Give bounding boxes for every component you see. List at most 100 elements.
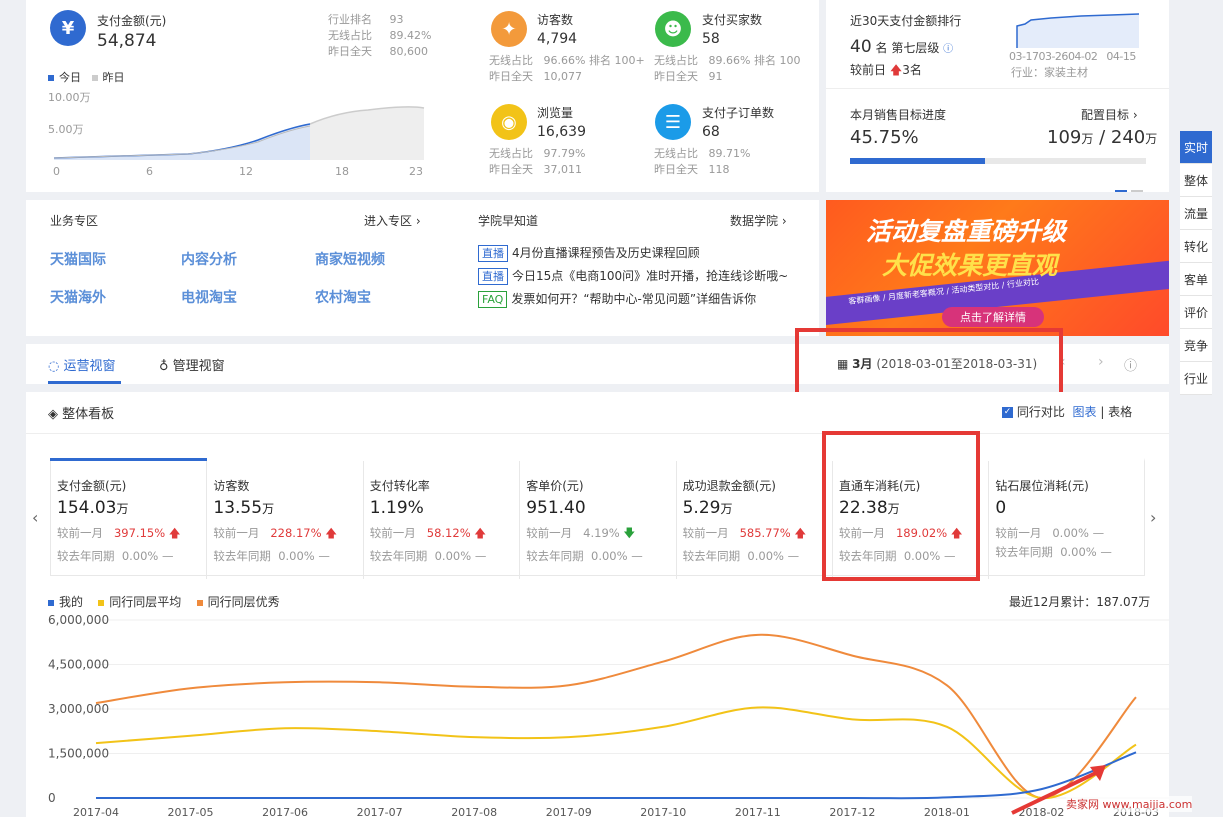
- kpi-card[interactable]: 支付转化率 1.19% 较前一月 58.12% 🡅 较去年同期 0.00% —: [364, 461, 521, 579]
- peer-compare-checkbox[interactable]: ✓: [1002, 407, 1013, 418]
- business-card: 业务专区 进入专区 › 天猫国际 内容分析 商家短视频 天猫海外 电视淘宝 农村…: [26, 200, 819, 336]
- target-total: 240: [1110, 127, 1146, 148]
- business-link[interactable]: 内容分析: [181, 249, 237, 269]
- enter-zone-link[interactable]: 进入专区 ›: [364, 212, 421, 229]
- kpi-year-compare: 较去年同期 0.00% —: [370, 548, 519, 564]
- side-nav-item[interactable]: 转化: [1180, 230, 1212, 263]
- legend-swatch: [196, 599, 203, 606]
- mini-x-tick: 0: [53, 165, 60, 178]
- yen-icon: ¥: [50, 10, 86, 46]
- series-line-0[interactable]: [96, 751, 1137, 800]
- side-nav-item[interactable]: 实时: [1180, 131, 1212, 164]
- kpi-card[interactable]: 访客数 13.55万 较前一月 228.17% 🡅 较去年同期 0.00% —: [207, 461, 364, 579]
- side-nav-item[interactable]: 客单: [1180, 263, 1212, 296]
- kpi-prev-button[interactable]: ‹: [32, 508, 38, 527]
- compare-label: 较前一月: [57, 526, 103, 540]
- legend-label[interactable]: 同行同层平均: [109, 595, 181, 609]
- next-period-button[interactable]: ›: [1098, 354, 1104, 370]
- shield-icon: ◌: [48, 359, 60, 374]
- config-target-link[interactable]: 配置目标 ›: [1081, 106, 1138, 123]
- business-link[interactable]: 天猫海外: [50, 287, 106, 307]
- tab-underline: [48, 381, 121, 384]
- legend-label[interactable]: 我的: [59, 595, 83, 609]
- yesterday-label: 昨日全天: [328, 45, 372, 58]
- compare-value: 397.15%: [113, 526, 166, 540]
- side-nav-item[interactable]: 评价: [1180, 296, 1212, 329]
- suborders-label: 支付子订单数: [702, 106, 775, 120]
- side-nav-item[interactable]: 整体: [1180, 164, 1212, 197]
- legend-yesterday: 昨日: [102, 71, 125, 84]
- chart-legend: 我的 同行同层平均 同行同层优秀: [48, 593, 280, 610]
- academy-item[interactable]: FAQ 发票如何开？“帮助中心-常见问题”详细告诉你: [478, 290, 756, 308]
- legend-today-swatch: [48, 75, 54, 81]
- rank-unit: 名: [875, 41, 888, 55]
- meta-label: 无线占比: [654, 147, 698, 160]
- carousel-dot[interactable]: [1115, 190, 1127, 192]
- target-progress-fill: [850, 158, 986, 164]
- dash-icon: —: [318, 549, 330, 563]
- kpi-year-compare: 较去年同期 0.00% —: [57, 548, 206, 564]
- x-tick-label: 2017-09: [546, 806, 592, 817]
- academy-item-text: 今日15点《电商100问》准时开播，抢连线诊断哦~: [512, 269, 789, 283]
- side-nav-item[interactable]: 竞争: [1180, 329, 1212, 362]
- academy-item-text: 发票如何开？“帮助中心-常见问题”详细告诉你: [511, 292, 757, 306]
- business-link[interactable]: 天猫国际: [50, 249, 106, 269]
- kpi-number: 154.03: [57, 498, 117, 518]
- business-link[interactable]: 电视淘宝: [181, 287, 237, 307]
- rank-level: 第七层级: [891, 41, 940, 55]
- suborders-meta: 无线占比 89.71% 昨日全天 118: [654, 146, 750, 178]
- tab-management[interactable]: ♁ 管理视窗: [159, 355, 225, 374]
- x-tick-label: 2017-06: [262, 806, 308, 817]
- meta-rank: 排名 100: [753, 54, 801, 67]
- x-tick: 03-26: [1038, 50, 1068, 63]
- dash-icon: —: [631, 549, 643, 563]
- y-tick-label: 0: [48, 791, 56, 805]
- meta-value: 91: [708, 70, 723, 83]
- academy-more-link[interactable]: 数据学院 ›: [730, 212, 787, 229]
- view-table-toggle[interactable]: 表格: [1108, 405, 1132, 419]
- meta-label: 昨日全天: [654, 163, 698, 176]
- side-nav-item[interactable]: 流量: [1180, 197, 1212, 230]
- series-line-1[interactable]: [95, 706, 1137, 800]
- x-tick-label: 2017-07: [357, 806, 403, 817]
- x-tick-label: 2017-11: [735, 806, 781, 817]
- help-icon[interactable]: ⓘ: [943, 44, 953, 55]
- x-tick: 04-02: [1067, 50, 1098, 63]
- buyers-meta: 无线占比 89.66% 排名 100 昨日全天 91: [654, 53, 800, 85]
- promo-banner[interactable]: 活动复盘重磅升级 大促效果更直观 客群画像 / 月度新老客概况 / 活动类型对比…: [826, 200, 1169, 336]
- side-nav-item[interactable]: 行业: [1180, 362, 1212, 395]
- business-link[interactable]: 农村淘宝: [315, 287, 371, 307]
- x-tick-label: 2017-04: [73, 806, 119, 817]
- tab-operation[interactable]: ◌ 运营视窗: [48, 355, 116, 374]
- users-icon: ☻: [655, 11, 691, 47]
- ranking-card: 近30天支付金额排行 40 名 第七层级 ⓘ 较前日 🡅3名 03-1703-2…: [826, 0, 1169, 192]
- peer-compare-label[interactable]: 同行对比: [1017, 405, 1065, 419]
- dash-icon: —: [474, 549, 487, 563]
- banner-cta-button[interactable]: 点击了解详情: [942, 307, 1044, 327]
- carousel-dot[interactable]: [1130, 190, 1143, 192]
- kpi-unit: 万: [116, 502, 129, 516]
- kpi-next-button[interactable]: ›: [1150, 508, 1156, 527]
- view-chart-toggle[interactable]: 图表: [1072, 405, 1096, 419]
- series-line-2[interactable]: [95, 633, 1137, 800]
- kpi-card[interactable]: 支付金额(元) 154.03万 较前一月 397.15% 🡅 较去年同期 0.00% …: [51, 461, 208, 579]
- mini-x-tick: 18: [335, 165, 349, 178]
- buyers-value: 58: [702, 31, 720, 47]
- compare-value: 0.00%: [1060, 545, 1097, 559]
- compare-label: 较前一月: [526, 526, 573, 540]
- meta-label: 无线占比: [489, 147, 533, 160]
- carousel-dots[interactable]: [1115, 181, 1143, 192]
- arrow-up-icon: 🡅: [325, 526, 338, 540]
- live-tag: 直播: [478, 245, 508, 262]
- pageviews-label: 浏览量: [537, 106, 574, 120]
- compare-label: 较前日: [850, 63, 887, 77]
- academy-item[interactable]: 直播 今日15点《电商100问》准时开播，抢连线诊断哦~: [478, 267, 788, 285]
- business-link[interactable]: 商家短视频: [315, 249, 385, 269]
- legend-label[interactable]: 同行同层优秀: [208, 595, 280, 609]
- academy-item[interactable]: 直播 4月份直播课程预告及历史课程回顾: [478, 244, 700, 262]
- info-icon[interactable]: ⓘ: [1124, 355, 1137, 374]
- kpi-card[interactable]: 客单价(元) 951.40 较前一月 4.19% 🡇 较去年同期 0.00% —: [520, 461, 677, 579]
- kpi-card[interactable]: 成功退款金额(元) 5.29万 较前一月 585.77% 🡅 较去年同期 0.00% …: [677, 461, 833, 579]
- visitors-value: 4,794: [537, 31, 578, 47]
- kpi-card[interactable]: 钻石展位消耗(元) 0 较前一月 0.00% — 较去年同期 0.00% —: [989, 461, 1145, 579]
